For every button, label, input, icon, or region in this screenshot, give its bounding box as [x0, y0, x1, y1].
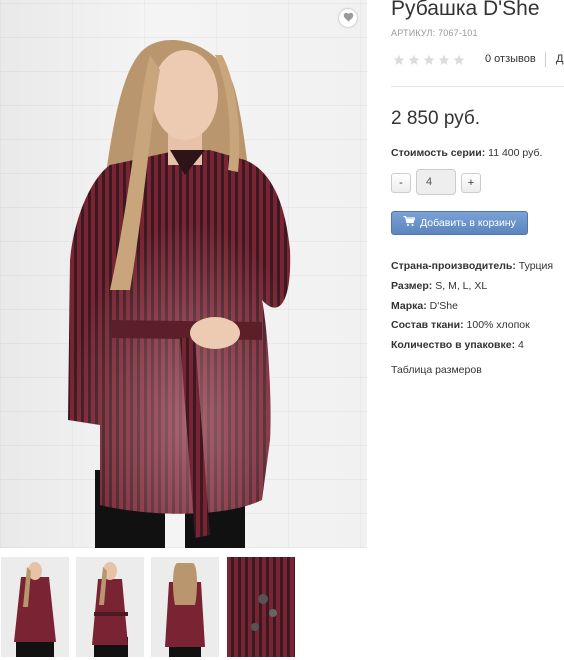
attribute-row: Марка: D'She — [391, 297, 553, 317]
quantity-input[interactable] — [416, 169, 456, 195]
product-main-image[interactable] — [0, 0, 367, 548]
rating-stars[interactable] — [393, 53, 465, 71]
thumbnail-1-illustration — [1, 557, 69, 657]
star-icon[interactable] — [408, 53, 420, 71]
attribute-row: Размер: S, M, L, XL — [391, 277, 553, 297]
attribute-value: D'She — [429, 299, 458, 312]
attribute-row: Состав ткани: 100% хлопок — [391, 316, 553, 336]
product-sku: АРТИКУЛ: 7067-101 — [391, 28, 478, 38]
cart-icon — [403, 215, 416, 230]
truncated-link[interactable]: Д — [556, 53, 563, 65]
thumbnail-4-illustration — [227, 557, 295, 657]
attribute-label: Количество в упаковке: — [391, 339, 516, 352]
star-icon[interactable] — [393, 53, 405, 71]
increase-quantity-button[interactable]: + — [461, 173, 481, 193]
heart-icon — [343, 9, 354, 27]
star-icon[interactable] — [453, 53, 465, 71]
thumbnail-2-illustration — [76, 557, 144, 657]
attribute-value: S, M, L, XL — [435, 279, 488, 292]
series-price-value: 11 400 руб. — [488, 147, 543, 159]
divider — [391, 86, 564, 87]
decrease-quantity-button[interactable]: - — [391, 173, 411, 193]
attribute-label: Марка: — [391, 299, 427, 312]
star-icon[interactable] — [423, 53, 435, 71]
size-table-link[interactable]: Таблица размеров — [391, 364, 482, 376]
thumbnail-3[interactable] — [151, 557, 219, 657]
series-price: Стоимость серии: 11 400 руб. — [391, 147, 542, 159]
product-title: Рубашка D'She — [391, 0, 540, 20]
attribute-label: Состав ткани: — [391, 319, 464, 332]
thumbnail-3-illustration — [151, 557, 219, 657]
series-price-label: Стоимость серии: — [391, 147, 486, 159]
reviews-link[interactable]: 0 отзывов — [485, 53, 536, 65]
thumbnail-4[interactable] — [227, 557, 295, 657]
add-to-cart-button[interactable]: Добавить в корзину — [391, 211, 528, 235]
thumbnail-2[interactable] — [76, 557, 144, 657]
attribute-value: 4 — [518, 339, 524, 352]
divider — [545, 52, 546, 67]
attribute-value: Турция — [518, 260, 554, 272]
sku-value: 7067-101 — [438, 28, 478, 38]
attribute-label: Размер: — [391, 279, 433, 292]
star-icon[interactable] — [438, 53, 450, 71]
attribute-value: 100% хлопок — [466, 319, 530, 332]
thumbnail-1[interactable] — [1, 557, 69, 657]
add-to-favorites-button[interactable] — [339, 9, 357, 27]
add-to-cart-label: Добавить в корзину — [420, 217, 516, 229]
attribute-label: Страна-производитель: — [391, 260, 516, 272]
attribute-row: Страна-производитель: Турция — [391, 257, 553, 277]
attribute-row: Количество в упаковке: 4 — [391, 336, 553, 356]
product-photo-illustration — [68, 40, 291, 548]
product-price: 2 850 руб. — [391, 108, 481, 129]
product-attributes: Страна-производитель: Турция Размер: S, … — [391, 257, 553, 356]
sku-label: АРТИКУЛ: — [391, 28, 436, 38]
